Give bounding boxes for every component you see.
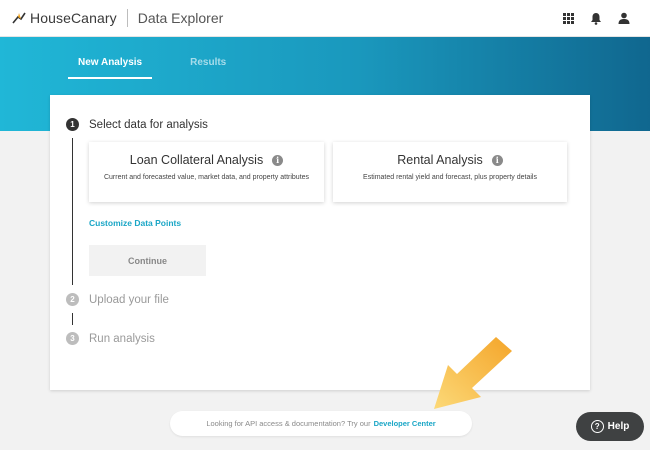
step-2: 2 Upload your file: [66, 293, 169, 306]
rental-analysis-option[interactable]: Rental Analysis i Estimated rental yield…: [333, 142, 567, 202]
step-title: Select data for analysis: [89, 118, 208, 131]
step-title: Upload your file: [89, 293, 169, 306]
brand-name: HouseCanary: [30, 10, 117, 26]
step-3: 3 Run analysis: [66, 332, 155, 345]
continue-button[interactable]: Continue: [89, 245, 206, 276]
housecanary-logo-icon: [12, 12, 26, 24]
header-divider: [126, 9, 128, 27]
step-title: Run analysis: [89, 332, 155, 345]
tab-new-analysis[interactable]: New Analysis: [68, 57, 153, 79]
option-title: Loan Collateral Analysis: [129, 153, 264, 167]
info-icon[interactable]: i: [491, 154, 503, 166]
footer-text: Looking for API access & documentation? …: [206, 419, 371, 428]
step-connector-line: [72, 138, 73, 285]
user-icon[interactable]: [616, 10, 632, 26]
option-description: Estimated rental yield and forecast, plu…: [363, 174, 537, 181]
header-icons: [560, 0, 632, 36]
product-name: Data Explorer: [137, 10, 224, 26]
loan-collateral-option[interactable]: Loan Collateral Analysis i Current and f…: [89, 142, 324, 202]
tab-bar: New Analysis Results: [68, 57, 236, 79]
tab-results[interactable]: Results: [180, 57, 236, 79]
developer-center-link[interactable]: Developer Center: [374, 419, 436, 428]
step-number: 3: [66, 332, 79, 345]
step-number: 1: [66, 118, 79, 131]
help-button[interactable]: ? Help: [576, 412, 644, 441]
info-icon[interactable]: i: [272, 154, 284, 166]
developer-center-banner: Looking for API access & documentation? …: [170, 411, 472, 436]
top-bar: HouseCanary Data Explorer: [0, 0, 650, 37]
option-description: Current and forecasted value, market dat…: [103, 174, 310, 181]
question-icon: ?: [590, 420, 604, 433]
step-number: 2: [66, 293, 79, 306]
step-1: 1 Select data for analysis: [66, 118, 208, 131]
arrow-annotation-icon: [434, 337, 512, 409]
logo[interactable]: HouseCanary: [12, 10, 117, 26]
apps-grid-icon[interactable]: [560, 10, 576, 26]
bell-icon[interactable]: [588, 10, 604, 26]
help-label: Help: [607, 421, 630, 432]
step-connector-line: [72, 313, 73, 325]
customize-data-points-link[interactable]: Customize Data Points: [89, 218, 181, 228]
option-title: Rental Analysis: [397, 153, 483, 167]
